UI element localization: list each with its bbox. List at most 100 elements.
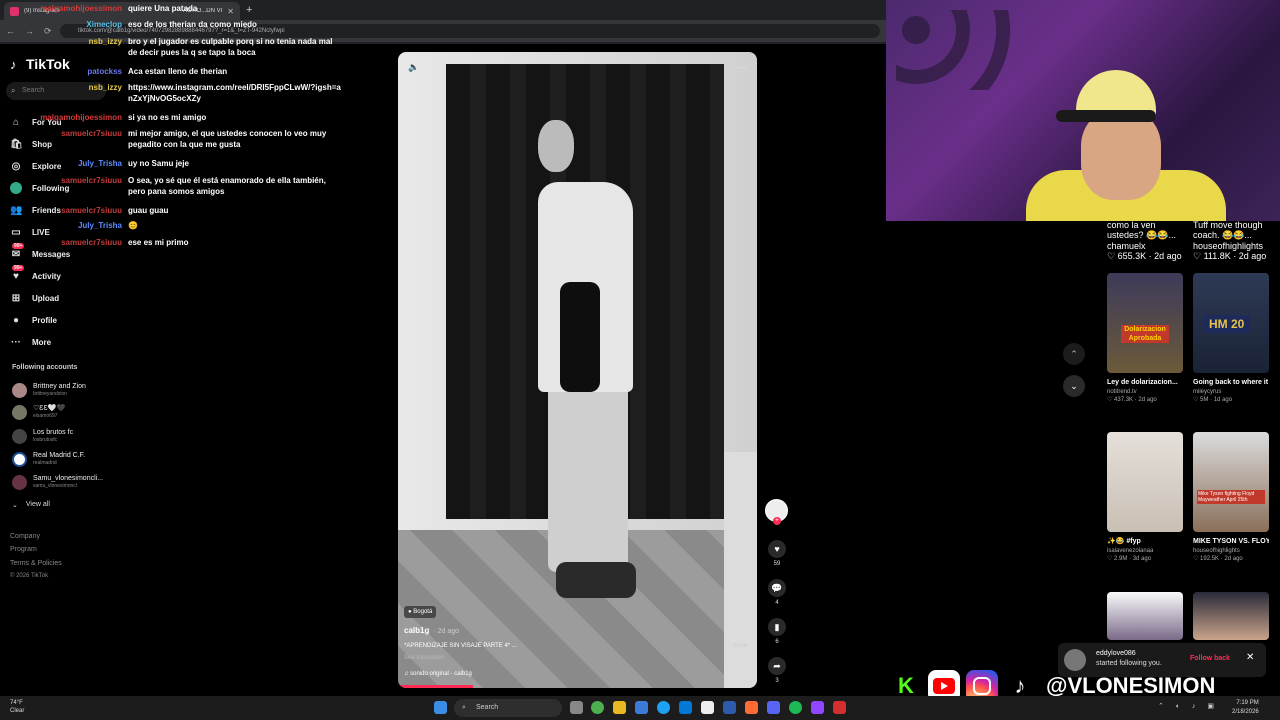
upload-icon: ⊞ (11, 292, 21, 304)
account-handle: realmadrid (33, 460, 57, 466)
volume-icon[interactable]: 🔈 (408, 62, 419, 73)
account-item[interactable]: Samu_vlonesimoncli... samu_vlonesimoncl (12, 472, 142, 492)
nav-item-upload[interactable]: ⊞ Upload (10, 287, 150, 309)
chat-text: mi mejor amigo, el que ustedes conocen l… (128, 129, 327, 149)
creator-avatar[interactable]: + (765, 499, 788, 525)
footer-terms[interactable]: Terms & Policies (10, 560, 62, 567)
clock-time: 7:19 PM (1236, 700, 1259, 706)
video-card[interactable]: Dolarizacion Aprobada Ley de dolarizacio… (1107, 273, 1183, 403)
video-card[interactable]: ✨😂 #fyp isalavenezolanaa ♡ 2.9M · 3d ago (1107, 432, 1183, 562)
activity-badge: 99+ (12, 265, 25, 271)
chat-username: nsb_izzy (88, 37, 122, 46)
video-player[interactable]: 🔈 ··· ● Bogotá calb1g · 2d ago *APRENDIZA… (398, 52, 757, 688)
taskbar-clock[interactable]: 7:19 PM 2/18/2026 (1232, 699, 1259, 717)
account-item[interactable]: Los brutos fc losbrutosfc (12, 426, 142, 446)
nav-item-activity[interactable]: ♥ 99+ Activity (10, 265, 150, 287)
avatar (12, 404, 27, 420)
video-card[interactable]: Tuff move though coach. 😂😂... houseofhig… (1193, 220, 1269, 262)
view-all-link[interactable]: ⌄ View all (12, 501, 50, 509)
task-view-icon[interactable] (570, 701, 583, 714)
heart-icon: ♥ (768, 540, 786, 558)
video-card[interactable]: Mike Tyson fighting Floyd Mayweather Apr… (1193, 432, 1269, 562)
weather-widget[interactable]: 74°F Clear (10, 699, 24, 715)
notification-text: started following you. (1096, 660, 1162, 667)
video-card-thumbnail: HM 20 (1193, 273, 1269, 373)
follow-back-button[interactable]: Follow back (1190, 655, 1230, 662)
video-card-author: mileycyrus (1193, 389, 1222, 395)
nav-item-profile[interactable]: ● Profile (10, 309, 150, 331)
like-button[interactable]: ♥ 59 (766, 540, 788, 567)
dropbox-icon[interactable] (723, 701, 736, 714)
video-progress-bar[interactable] (398, 685, 474, 688)
file-explorer-icon[interactable] (613, 701, 626, 714)
discord-icon[interactable] (767, 701, 780, 714)
video-date: · 2d ago (433, 628, 460, 635)
chat-username: malgamohijoessimon (40, 113, 122, 122)
thumbnail-text: Dolarizacion Aprobada (1121, 325, 1169, 343)
save-button[interactable]: ▮ 6 (766, 618, 788, 645)
outlook-icon[interactable] (679, 701, 692, 714)
close-icon[interactable]: ✕ (1246, 652, 1254, 663)
video-author[interactable]: calb1g · 2d ago (404, 626, 459, 635)
video-card[interactable]: HM 20 Going back to where it all... mile… (1193, 273, 1269, 403)
system-tray[interactable]: ⌃ ◐ ♪ ▣ (1158, 702, 1219, 710)
account-handle: losbrutosfc (33, 437, 58, 443)
chat-text: Aca estan lleno de therian (128, 67, 228, 76)
chrome-icon[interactable] (591, 701, 604, 714)
share-count: 3 (775, 678, 779, 684)
weather-temp: 74°F (10, 700, 23, 706)
follow-plus-icon[interactable]: + (773, 517, 781, 525)
search-icon: ⌕ (462, 704, 466, 711)
save-count: 6 (775, 639, 779, 645)
video-card-thumbnail (1107, 592, 1183, 640)
video-person-sleeve (560, 282, 600, 392)
notification-user: eddylove086 (1096, 650, 1136, 657)
footer-program[interactable]: Program (10, 546, 37, 553)
video-card-thumbnail (1193, 592, 1269, 640)
video-card-thumbnail: Dolarizacion Aprobada (1107, 273, 1183, 373)
app-icon[interactable] (745, 701, 758, 714)
video-card[interactable] (1193, 592, 1269, 640)
video-caption: *APRENDIZAJE SIN VISAJE PARTE 4* ... (404, 643, 517, 649)
nav-item-more[interactable]: ··· More (10, 331, 150, 353)
caption-more-link[interactable]: more (733, 643, 747, 649)
video-card-title: como la ven ustedes? 😂😂... (1107, 220, 1176, 240)
account-item[interactable]: Brittney and Zion brittneyandzion (12, 380, 142, 400)
author-name: calb1g (404, 626, 430, 635)
video-sound[interactable]: ♫ sonido original - calb1g (404, 671, 472, 677)
account-item[interactable]: ♡ƐƐ🤍🖤 elsamo697 (12, 402, 142, 422)
account-name: Los brutos fc (33, 429, 74, 436)
video-card[interactable] (1107, 592, 1183, 640)
comment-button[interactable]: 💬 4 (766, 579, 788, 606)
account-name: ♡ƐƐ🤍🖤 (33, 405, 66, 412)
twitch-icon[interactable] (811, 701, 824, 714)
location-badge[interactable]: ● Bogotá (404, 606, 437, 618)
chevron-up-icon: ⌃ (1070, 349, 1078, 359)
account-name: Real Madrid C.F. (33, 452, 86, 459)
spotify-icon[interactable] (789, 701, 802, 714)
avatar (12, 474, 27, 490)
store-icon[interactable] (701, 701, 714, 714)
taskbar-search[interactable]: ⌕ Search (454, 699, 562, 717)
streamer-webcam (886, 0, 1280, 221)
edge-icon[interactable] (657, 701, 670, 714)
more-options-icon[interactable]: ··· (738, 62, 747, 72)
copilot-icon[interactable] (635, 701, 648, 714)
chat-username: July_Trisha (77, 221, 122, 230)
share-button[interactable]: ➦ 3 (766, 657, 788, 684)
see-translation-link[interactable]: See translation (404, 655, 444, 661)
video-card-stats: ♡ 655.3K · 2d ago (1107, 251, 1182, 261)
chat-text: https://www.instagram.com/reel/DRI5FppCL… (128, 83, 341, 103)
scroll-up-button[interactable]: ⌃ (1063, 343, 1085, 365)
avatar (12, 428, 27, 444)
chat-username: samuelcr7siuuu (61, 176, 122, 185)
video-card-author: houseofhighlights (1193, 548, 1240, 554)
obs-icon[interactable] (833, 701, 846, 714)
video-card[interactable]: como la ven ustedes? 😂😂... chamuelx ♡ 65… (1107, 220, 1183, 262)
scroll-down-button[interactable]: ⌄ (1063, 375, 1085, 397)
video-card-author: isalavenezolanaa (1107, 548, 1154, 554)
windows-start-icon[interactable] (434, 701, 447, 714)
account-item[interactable]: Real Madrid C.F. realmadrid (12, 449, 142, 469)
avatar (12, 451, 27, 467)
footer-company[interactable]: Company (10, 533, 40, 540)
